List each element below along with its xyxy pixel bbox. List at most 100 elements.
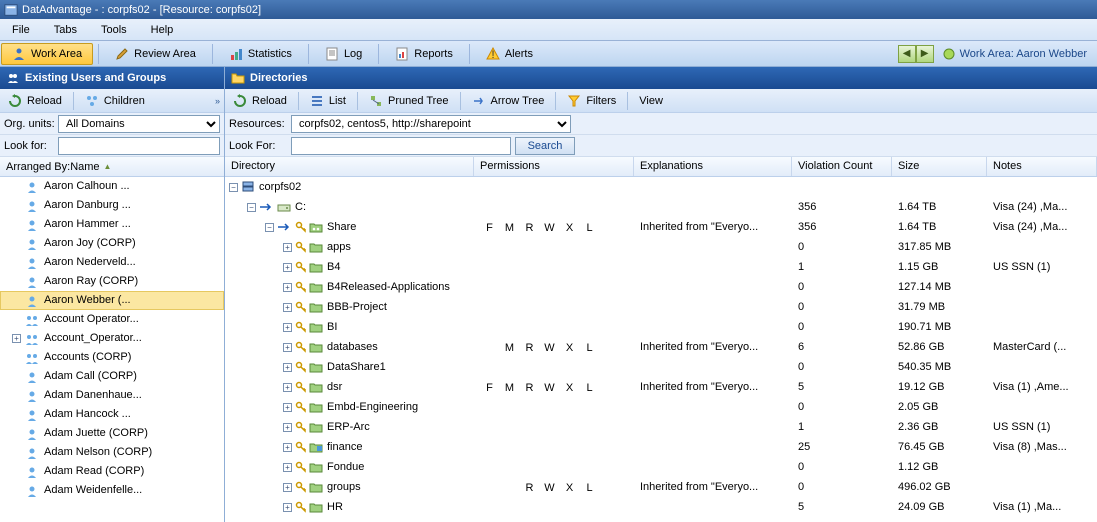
list-item[interactable]: +Account_Operator... <box>0 329 224 348</box>
menu-help[interactable]: Help <box>139 24 186 36</box>
list-item[interactable]: Adam Juette (CORP) <box>0 424 224 443</box>
header-directory[interactable]: Directory <box>225 157 474 176</box>
user-list[interactable]: Aaron Calhoun ...Aaron Danburg ...Aaron … <box>0 177 224 522</box>
list-item[interactable]: Adam Read (CORP) <box>0 462 224 481</box>
list-item[interactable]: Adam Call (CORP) <box>0 367 224 386</box>
list-icon <box>310 94 324 108</box>
reports-button[interactable]: Reports <box>384 43 464 65</box>
log-button[interactable]: Log <box>314 43 373 65</box>
alerts-button[interactable]: ! Alerts <box>475 43 544 65</box>
table-row[interactable]: +Embd-Engineering02.05 GB <box>225 397 1097 417</box>
table-row[interactable]: +BI0190.71 MB <box>225 317 1097 337</box>
menu-file[interactable]: File <box>0 24 42 36</box>
table-row[interactable]: +ERP-Arc12.36 GBUS SSN (1) <box>225 417 1097 437</box>
table-row[interactable]: +BBB-Project031.79 MB <box>225 297 1097 317</box>
directory-cell: +DataShare1 <box>225 361 474 373</box>
directory-name: dsr <box>327 381 342 393</box>
table-row[interactable]: +Fondue01.12 GB <box>225 457 1097 477</box>
header-permissions[interactable]: Permissions <box>474 157 634 176</box>
reload-users-button[interactable]: Reload <box>0 92 70 110</box>
header-notes[interactable]: Notes <box>987 157 1097 176</box>
directory-grid[interactable]: −corpfs02−C:3561.64 TBVisa (24) ,Ma...−S… <box>225 177 1097 522</box>
tree-expand-button[interactable]: + <box>283 363 292 372</box>
nav-forward-button[interactable]: ▶ <box>916 45 934 63</box>
list-item-label: Account Operator... <box>44 310 139 329</box>
children-icon <box>85 94 99 108</box>
tree-expand-button[interactable]: + <box>283 463 292 472</box>
nav-back-button[interactable]: ◀ <box>898 45 916 63</box>
tree-expand-button[interactable]: − <box>247 203 256 212</box>
table-row[interactable]: −ShareFMRWXLInherited from "Everyo...356… <box>225 217 1097 237</box>
list-item[interactable]: Aaron Calhoun ... <box>0 177 224 196</box>
org-unit-select[interactable]: All Domains <box>58 115 220 133</box>
table-row[interactable]: +B4Released-Applications0127.14 MB <box>225 277 1097 297</box>
log-label: Log <box>344 48 362 60</box>
users-groups-pane: Existing Users and Groups Reload Childre… <box>0 67 225 522</box>
table-row[interactable]: +B411.15 GBUS SSN (1) <box>225 257 1097 277</box>
tree-expand-button[interactable]: + <box>283 383 292 392</box>
tree-expand-button[interactable]: + <box>283 443 292 452</box>
look-for-input[interactable] <box>58 137 220 155</box>
pane-collapse-button[interactable]: » <box>215 96 220 106</box>
expand-icon[interactable]: + <box>11 329 25 348</box>
list-item[interactable]: Account Operator... <box>0 310 224 329</box>
header-explanations[interactable]: Explanations <box>634 157 792 176</box>
tree-expand-button[interactable]: − <box>265 223 274 232</box>
reload-dir-button[interactable]: Reload <box>225 92 295 110</box>
menu-tools[interactable]: Tools <box>89 24 139 36</box>
list-item[interactable]: Adam Hancock ... <box>0 405 224 424</box>
folder-icon <box>309 321 323 333</box>
header-size[interactable]: Size <box>892 157 987 176</box>
users-sort-header[interactable]: Arranged By:Name ▲ <box>0 157 224 177</box>
tree-expand-button[interactable]: + <box>283 263 292 272</box>
statistics-button[interactable]: Statistics <box>218 43 303 65</box>
table-row[interactable]: +groupsRWXLInherited from "Everyo...0496… <box>225 477 1097 497</box>
resources-select[interactable]: corpfs02, centos5, http://sharepoint <box>291 115 571 133</box>
list-item[interactable]: Accounts (CORP) <box>0 348 224 367</box>
key-icon <box>295 501 307 513</box>
search-button[interactable]: Search <box>515 137 575 155</box>
key-icon <box>295 361 307 373</box>
table-row[interactable]: +apps0317.85 MB <box>225 237 1097 257</box>
list-view-button[interactable]: List <box>302 92 354 110</box>
table-row[interactable]: +dsrFMRWXLInherited from "Everyo...519.1… <box>225 377 1097 397</box>
menu-tabs[interactable]: Tabs <box>42 24 89 36</box>
tree-expand-button[interactable]: + <box>283 283 292 292</box>
tree-expand-button[interactable]: + <box>283 243 292 252</box>
list-item[interactable]: Adam Danenhaue... <box>0 386 224 405</box>
header-violations[interactable]: Violation Count <box>792 157 892 176</box>
table-row[interactable]: +HR524.09 GBVisa (1) ,Ma... <box>225 497 1097 517</box>
table-row[interactable]: +DataShare10540.35 MB <box>225 357 1097 377</box>
tree-expand-button[interactable]: + <box>283 423 292 432</box>
list-item[interactable]: Aaron Danburg ... <box>0 196 224 215</box>
notes-cell: MasterCard (... <box>987 341 1097 353</box>
view-button[interactable]: View <box>631 93 671 109</box>
table-row[interactable]: −corpfs02 <box>225 177 1097 197</box>
tree-expand-button[interactable]: + <box>283 303 292 312</box>
tree-expand-button[interactable]: + <box>283 403 292 412</box>
list-item[interactable]: Adam Nelson (CORP) <box>0 443 224 462</box>
tree-expand-button[interactable]: + <box>283 483 292 492</box>
list-item[interactable]: Adam Weidenfelle... <box>0 481 224 500</box>
list-item[interactable]: Aaron Joy (CORP) <box>0 234 224 253</box>
tree-expand-button[interactable]: + <box>283 343 292 352</box>
list-item[interactable]: Aaron Hammer ... <box>0 215 224 234</box>
work-area-button[interactable]: Work Area <box>1 43 93 65</box>
list-item[interactable]: Aaron Webber (... <box>0 291 224 310</box>
review-area-button[interactable]: Review Area <box>104 43 207 65</box>
pruned-tree-button[interactable]: Pruned Tree <box>361 92 457 110</box>
tree-expand-button[interactable]: + <box>283 503 292 512</box>
list-item[interactable]: Aaron Ray (CORP) <box>0 272 224 291</box>
table-row[interactable]: +finance2576.45 GBVisa (8) ,Mas... <box>225 437 1097 457</box>
tree-expand-button[interactable]: − <box>229 183 238 192</box>
reload-icon <box>8 94 22 108</box>
tree-expand-button[interactable]: + <box>283 323 292 332</box>
directory-cell: +Fondue <box>225 461 474 473</box>
table-row[interactable]: +databasesMRWXLInherited from "Everyo...… <box>225 337 1097 357</box>
filters-button[interactable]: Filters <box>559 92 624 110</box>
arrow-tree-button[interactable]: Arrow Tree <box>464 92 553 110</box>
table-row[interactable]: −C:3561.64 TBVisa (24) ,Ma... <box>225 197 1097 217</box>
dir-lookfor-input[interactable] <box>291 137 511 155</box>
children-button[interactable]: Children <box>77 92 153 110</box>
list-item[interactable]: Aaron Nederveld... <box>0 253 224 272</box>
